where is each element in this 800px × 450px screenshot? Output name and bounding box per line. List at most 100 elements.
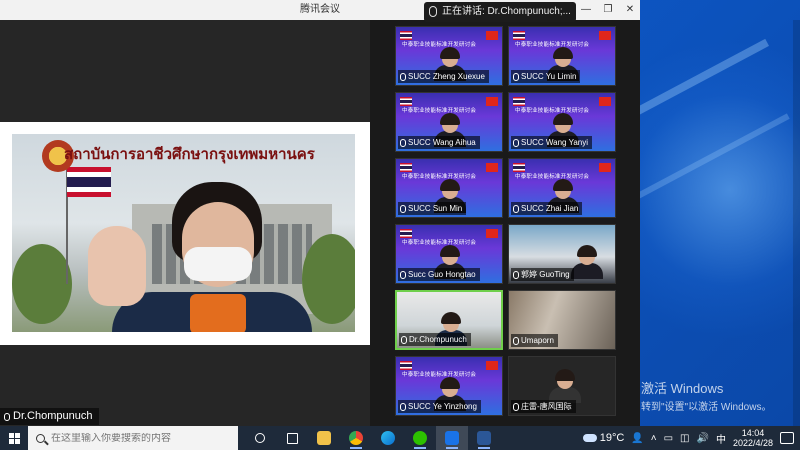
task-view-button[interactable] <box>244 426 276 450</box>
participant-tile[interactable]: 庄雷-唐风国际 <box>508 356 616 416</box>
main-speaker-name-tag: Dr.Chompunuch <box>0 408 99 425</box>
windows-taskbar: 19°C 👤 ˄ ▭ ◫ 🔊 中 14:04 2022/4/28 <box>0 426 800 450</box>
widgets-icon <box>286 432 298 444</box>
participant-name: 庄雷-唐风国际 <box>521 402 572 411</box>
participant-name-tag: Succ Guo Hongtao <box>398 268 480 281</box>
mic-icon <box>513 336 519 345</box>
weather-widget[interactable]: 19°C <box>582 432 624 444</box>
participant-tile[interactable]: 中泰职业技能标准开发研讨会 SUCC Zheng Xuexue <box>395 26 503 86</box>
participant-tile[interactable]: 中泰职业技能标准开发研讨会 Succ Guo Hongtao <box>395 224 503 284</box>
speaking-indicator[interactable]: 正在讲话: Dr.Chompunuch;... <box>424 2 576 22</box>
maximize-button[interactable]: ❐ <box>602 0 614 20</box>
participant-name-tag: 郭婷 GuoTing <box>511 268 574 281</box>
chrome-button[interactable] <box>340 426 372 450</box>
mic-icon <box>401 335 407 344</box>
participant-tile[interactable]: 郭婷 GuoTing <box>508 224 616 284</box>
participant-tile[interactable]: 中泰职业技能标准开发研讨会 SUCC Wang Yanyi <box>508 92 616 152</box>
network-icon[interactable]: ◫ <box>680 433 689 444</box>
camera-icon[interactable]: ▭ <box>664 433 673 444</box>
mic-icon <box>400 72 406 81</box>
people-icon[interactable]: 👤 <box>631 433 643 444</box>
widgets-button[interactable] <box>276 426 308 450</box>
participant-name-tag: SUCC Ye Yinzhong <box>398 400 481 413</box>
mic-icon <box>400 138 406 147</box>
shared-speaker-frame: สถาบันการอาชีวศึกษากรุงเทพมหานคร <box>0 122 370 345</box>
participant-name: SUCC Wang Yanyi <box>521 138 588 147</box>
wechat-button[interactable] <box>404 426 436 450</box>
participant-name-tag: 庄雷-唐风国际 <box>511 400 576 413</box>
close-button[interactable]: ✕ <box>624 0 636 20</box>
participant-name-tag: SUCC Sun Min <box>398 202 467 215</box>
taskbar-search[interactable] <box>28 426 238 450</box>
participant-tile[interactable]: Dr.Chompunuch <box>395 290 503 350</box>
mic-icon <box>513 204 519 213</box>
participant-name-tag: SUCC Yu Limin <box>511 70 581 83</box>
edge-button[interactable] <box>372 426 404 450</box>
file-explorer-button[interactable] <box>308 426 340 450</box>
chevron-up-icon[interactable]: ˄ <box>651 433 657 444</box>
word-button[interactable] <box>468 426 500 450</box>
participant-name: SUCC Ye Yinzhong <box>408 402 477 411</box>
china-flag-icon <box>486 163 498 172</box>
mic-icon <box>400 270 406 279</box>
participant-name-tag: Umaporn <box>511 334 558 347</box>
participant-name-tag: Dr.Chompunuch <box>399 333 471 346</box>
thai-flag-icon <box>400 31 412 40</box>
tencent-meeting-icon <box>445 431 459 445</box>
participant-name: SUCC Zhai Jian <box>521 204 579 213</box>
participant-name: 郭婷 GuoTing <box>521 270 570 279</box>
notification-icon[interactable] <box>780 432 794 444</box>
participant-tile[interactable]: 中泰职业技能标准开发研讨会 SUCC Yu Limin <box>508 26 616 86</box>
desktop-scrollbar[interactable] <box>793 20 800 426</box>
participant-figure <box>571 245 603 279</box>
task-view-icon <box>255 433 265 443</box>
edge-icon <box>381 431 395 445</box>
participant-name: SUCC Zheng Xuexue <box>408 72 485 81</box>
thai-flag-icon <box>513 97 525 106</box>
participant-tile[interactable]: 中泰职业技能标准开发研讨会 SUCC Wang Aihua <box>395 92 503 152</box>
participant-name-tag: SUCC Zhai Jian <box>511 202 583 215</box>
main-video-stage[interactable]: สถาบันการอาชีวศึกษากรุงเทพมหานคร Dr.Chom… <box>0 20 370 426</box>
speaking-mic-icon <box>429 6 437 17</box>
taskbar-clock[interactable]: 14:04 2022/4/28 <box>733 428 773 448</box>
participant-name: SUCC Yu Limin <box>521 72 577 81</box>
china-flag-icon <box>486 97 498 106</box>
ime-indicator[interactable]: 中 <box>716 431 726 446</box>
mic-icon <box>513 270 519 279</box>
clock-date: 2022/4/28 <box>732 438 773 448</box>
tencent-meeting-button[interactable] <box>436 426 468 450</box>
activate-windows-watermark: 激活 Windows 转到"设置"以激活 Windows。 <box>641 378 771 413</box>
mic-icon <box>513 138 519 147</box>
thai-flag-icon <box>513 31 525 40</box>
taskbar-search-input[interactable] <box>51 432 221 444</box>
participant-name: Succ Guo Hongtao <box>408 270 476 279</box>
volume-icon[interactable]: 🔊 <box>697 433 709 444</box>
participant-tile[interactable]: 中泰职业技能标准开发研讨会 SUCC Sun Min <box>395 158 503 218</box>
thai-flag-icon <box>400 361 412 370</box>
speaking-text: 正在讲话: Dr.Chompunuch;... <box>442 6 571 17</box>
minimize-button[interactable]: — <box>580 0 592 20</box>
start-button[interactable] <box>0 426 28 450</box>
china-flag-icon <box>486 229 498 238</box>
participant-tile[interactable]: 中泰职业技能标准开发研讨会 SUCC Ye Yinzhong <box>395 356 503 416</box>
mic-icon <box>400 204 406 213</box>
mic-icon <box>400 402 406 411</box>
china-flag-icon <box>486 31 498 40</box>
thai-flag-icon <box>400 163 412 172</box>
main-speaker-name: Dr.Chompunuch <box>13 410 93 422</box>
participant-tile[interactable]: Umaporn <box>508 290 616 350</box>
china-flag-icon <box>486 361 498 370</box>
participant-name: SUCC Wang Aihua <box>408 138 476 147</box>
chrome-icon <box>349 431 363 445</box>
mic-icon <box>513 72 519 81</box>
china-flag-icon <box>599 163 611 172</box>
participant-name-tag: SUCC Wang Aihua <box>398 136 480 149</box>
windows-logo-icon <box>8 432 20 444</box>
cloud-icon <box>582 434 597 442</box>
participant-tile[interactable]: 中泰职业技能标准开发研讨会 SUCC Zhai Jian <box>508 158 616 218</box>
china-flag-icon <box>599 97 611 106</box>
participant-figure <box>549 369 581 403</box>
word-icon <box>477 431 491 445</box>
participant-name: SUCC Sun Min <box>408 204 463 213</box>
participant-name-tag: SUCC Wang Yanyi <box>511 136 592 149</box>
